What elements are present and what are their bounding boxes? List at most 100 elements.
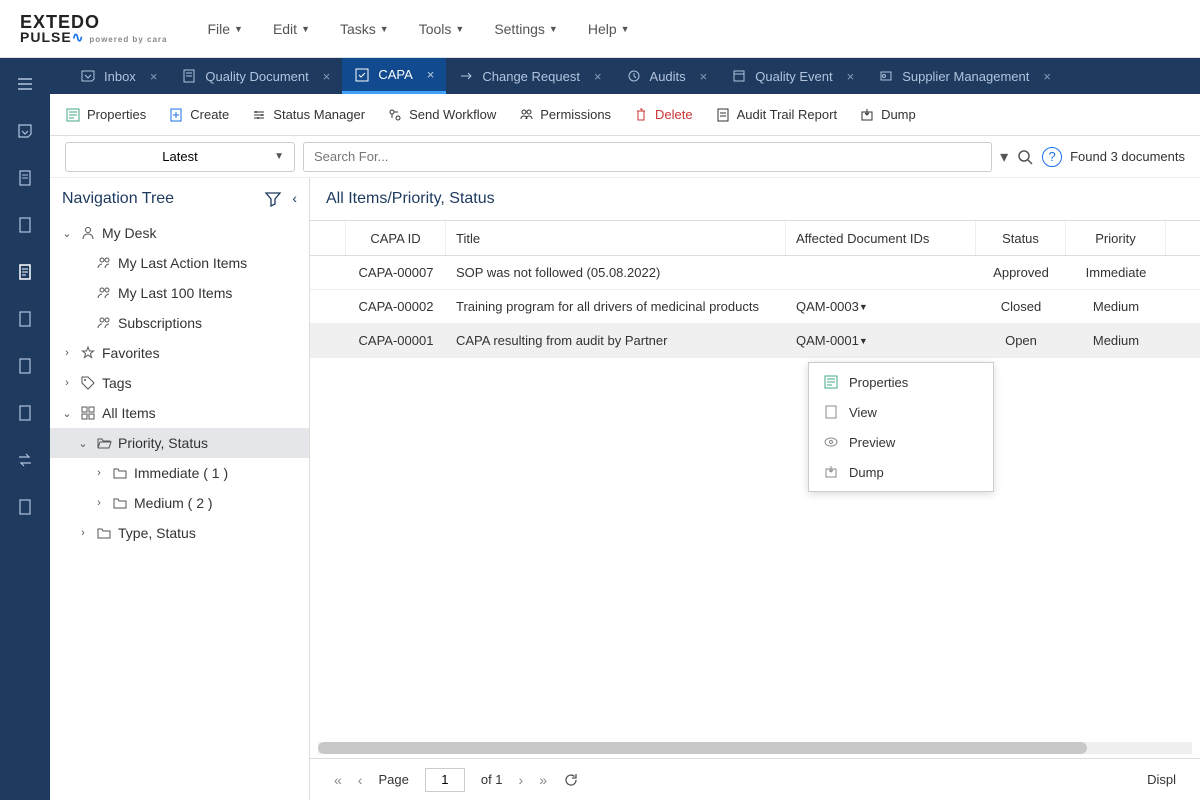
inbox-rail-icon[interactable]: [14, 120, 36, 142]
dump-icon: [823, 464, 839, 480]
view-dropdown[interactable]: Latest ▼: [65, 142, 295, 172]
hamburger-icon[interactable]: [14, 73, 36, 95]
preview-icon: [823, 434, 839, 450]
col-header-capa-id[interactable]: CAPA ID: [346, 221, 446, 255]
table-row[interactable]: CAPA-00007SOP was not followed (05.08.20…: [310, 256, 1200, 290]
menu-settings[interactable]: Settings▼: [494, 21, 558, 37]
tab-capa[interactable]: CAPA×: [342, 58, 446, 94]
tree-node-tags[interactable]: ›Tags: [50, 368, 309, 398]
menu-tools[interactable]: Tools▼: [419, 21, 465, 37]
ctx-dump[interactable]: Dump: [809, 457, 993, 487]
pulse-wave-icon: ∿: [72, 29, 85, 45]
close-icon[interactable]: ×: [700, 69, 708, 84]
create-button[interactable]: Create: [168, 107, 229, 123]
ctx-properties[interactable]: Properties: [809, 367, 993, 397]
col-header-title[interactable]: Title: [446, 221, 786, 255]
col-header-status[interactable]: Status: [976, 221, 1066, 255]
next-page-button[interactable]: ›: [519, 772, 524, 788]
doc-rail-icon-3[interactable]: [14, 261, 36, 283]
ctx-view[interactable]: View: [809, 397, 993, 427]
filter-icon[interactable]: [264, 190, 282, 208]
caret-down-icon: ▼: [301, 24, 310, 34]
help-icon[interactable]: ?: [1042, 147, 1062, 167]
doc-rail-icon-6[interactable]: [14, 402, 36, 424]
table-row[interactable]: CAPA-00002Training program for all drive…: [310, 290, 1200, 324]
col-header-select[interactable]: [310, 221, 346, 255]
horizontal-scrollbar[interactable]: [318, 742, 1192, 754]
tree-node-medium-2-[interactable]: ›Medium ( 2 ): [50, 488, 309, 518]
dump-icon: [859, 107, 875, 123]
col-header-affected-document-ids[interactable]: Affected Document IDs: [786, 221, 976, 255]
tab-inbox[interactable]: Inbox×: [68, 58, 169, 94]
tree-node-all-items[interactable]: ⌄All Items: [50, 398, 309, 428]
delete-icon: [633, 107, 649, 123]
doc-rail-icon-1[interactable]: [14, 167, 36, 189]
doc-rail-icon-5[interactable]: [14, 355, 36, 377]
close-icon[interactable]: ×: [594, 69, 602, 84]
menu-file[interactable]: File▼: [207, 21, 242, 37]
tree-node-type-status[interactable]: ›Type, Status: [50, 518, 309, 548]
prev-page-button[interactable]: ‹: [358, 772, 363, 788]
tree-node-priority-status[interactable]: ⌄Priority, Status: [50, 428, 309, 458]
grid-icon: [80, 405, 96, 421]
dump-button[interactable]: Dump: [859, 107, 916, 123]
page-input[interactable]: [425, 768, 465, 792]
users-icon: [96, 255, 112, 271]
col-header-priority[interactable]: Priority: [1066, 221, 1166, 255]
top-bar: EXTEDO PULSE∿ powered by cara File▼Edit▼…: [0, 0, 1200, 58]
view-icon: [823, 404, 839, 420]
status-manager-button[interactable]: Status Manager: [251, 107, 365, 123]
audit-trail-report-button[interactable]: Audit Trail Report: [715, 107, 837, 123]
chevron-right-icon: ›: [76, 527, 90, 539]
properties-button[interactable]: Properties: [65, 107, 146, 123]
tree-node-my-last-action-items[interactable]: My Last Action Items: [50, 248, 309, 278]
collapse-icon[interactable]: ‹: [292, 190, 297, 208]
page-label: Page: [378, 772, 408, 787]
nav-tree: ⌄My DeskMy Last Action ItemsMy Last 100 …: [50, 218, 309, 548]
close-icon[interactable]: ×: [323, 69, 331, 84]
tree-node-my-last-100-items[interactable]: My Last 100 Items: [50, 278, 309, 308]
search-row: Latest ▼ ▾ ? Found 3 documents: [50, 136, 1200, 178]
menu-edit[interactable]: Edit▼: [273, 21, 310, 37]
tree-node-subscriptions[interactable]: Subscriptions: [50, 308, 309, 338]
tab-quality-document[interactable]: Quality Document×: [169, 58, 342, 94]
menu-tasks[interactable]: Tasks▼: [340, 21, 389, 37]
chevron-right-icon: ›: [60, 347, 74, 359]
inbox-icon: [80, 68, 96, 84]
close-icon[interactable]: ×: [1043, 69, 1051, 84]
swap-rail-icon[interactable]: [14, 449, 36, 471]
tree-node-immediate-1-[interactable]: ›Immediate ( 1 ): [50, 458, 309, 488]
doc-rail-icon-7[interactable]: [14, 496, 36, 518]
close-icon[interactable]: ×: [150, 69, 158, 84]
doc-rail-icon-4[interactable]: [14, 308, 36, 330]
close-icon[interactable]: ×: [427, 67, 435, 82]
tree-node-favorites[interactable]: ›Favorites: [50, 338, 309, 368]
refresh-button[interactable]: [563, 772, 579, 788]
chevron-down-icon: ▼: [274, 151, 284, 162]
search-icon[interactable]: [1016, 148, 1034, 166]
tab-audits[interactable]: Audits×: [614, 58, 720, 94]
table-row[interactable]: CAPA-00001CAPA resulting from audit by P…: [310, 324, 1200, 358]
cr-icon: [458, 68, 474, 84]
doc-rail-icon-2[interactable]: [14, 214, 36, 236]
close-icon[interactable]: ×: [847, 69, 855, 84]
search-input[interactable]: [303, 142, 992, 172]
chevron-down-icon: ⌄: [76, 437, 90, 450]
scrollbar-thumb[interactable]: [318, 742, 1087, 754]
delete-button[interactable]: Delete: [633, 107, 693, 123]
first-page-button[interactable]: «: [334, 772, 342, 788]
dropdown-trigger-icon[interactable]: ▾: [1000, 147, 1008, 167]
tree-node-my-desk[interactable]: ⌄My Desk: [50, 218, 309, 248]
tab-change-request[interactable]: Change Request×: [446, 58, 613, 94]
caret-down-icon: ▼: [455, 24, 464, 34]
menu-bar: File▼ Edit▼ Tasks▼ Tools▼ Settings▼ Help▼: [207, 21, 629, 37]
tab-quality-event[interactable]: Quality Event×: [719, 58, 866, 94]
ctx-preview[interactable]: Preview: [809, 427, 993, 457]
last-page-button[interactable]: »: [539, 772, 547, 788]
star-icon: [80, 345, 96, 361]
menu-help[interactable]: Help▼: [588, 21, 630, 37]
chevron-down-icon: ⌄: [60, 227, 74, 240]
tab-supplier-management[interactable]: Supplier Management×: [866, 58, 1063, 94]
send-workflow-button[interactable]: Send Workflow: [387, 107, 496, 123]
permissions-button[interactable]: Permissions: [518, 107, 611, 123]
